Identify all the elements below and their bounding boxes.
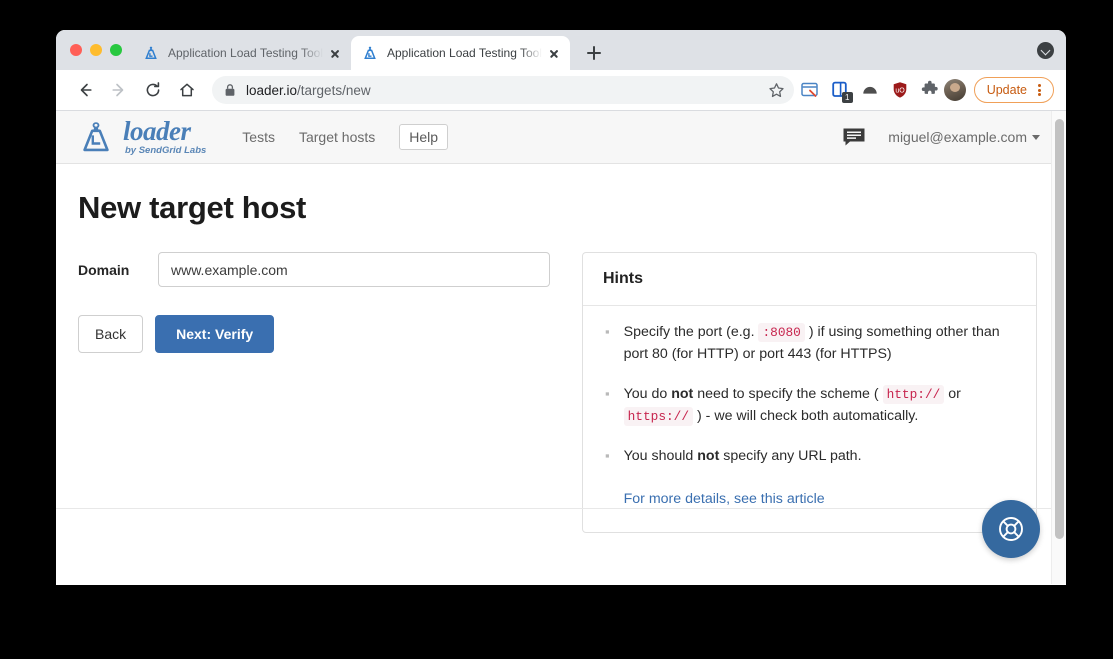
bullet-icon: ▪	[605, 386, 610, 402]
loader-favicon-icon	[143, 45, 159, 61]
browser-window: Application Load Testing Tools Applicati…	[56, 30, 1066, 585]
ublock-shield-icon[interactable]: uO	[890, 80, 910, 100]
footer-divider	[56, 508, 1066, 510]
back-arrow-icon[interactable]	[70, 75, 100, 105]
home-icon[interactable]	[172, 75, 202, 105]
browser-tab-2[interactable]: Application Load Testing Tools	[351, 36, 570, 70]
new-tab-button[interactable]	[580, 39, 608, 67]
arc-extension-icon[interactable]	[860, 80, 880, 100]
url-path: /targets/new	[297, 82, 371, 98]
update-label: Update	[986, 83, 1027, 97]
nav-item-tests[interactable]: Tests	[242, 129, 275, 145]
chat-bubble-icon[interactable]	[842, 127, 866, 147]
nav-item-target-hosts[interactable]: Target hosts	[299, 129, 375, 145]
hint-text: You should not specify any URL path.	[623, 448, 862, 465]
tab-manager-icon[interactable]: 1	[830, 80, 853, 103]
bullet-icon: ▪	[605, 448, 610, 464]
close-window-button[interactable]	[70, 44, 82, 56]
hint-item: ▪ You should not specify any URL path.	[605, 446, 1014, 468]
kebab-menu-icon[interactable]	[1031, 82, 1047, 98]
forward-arrow-icon[interactable]	[104, 75, 134, 105]
maximize-window-button[interactable]	[110, 44, 122, 56]
hints-card: Hints ▪ Specify the port (e.g. :8080 ) i…	[582, 252, 1037, 534]
page-title: New target host	[78, 190, 307, 225]
next-verify-button[interactable]: Next: Verify	[155, 315, 275, 353]
brand-logo[interactable]: loader by SendGrid Labs	[78, 118, 206, 156]
site-navigation: Tests Target hosts Help	[242, 124, 449, 150]
bullet-icon: ▪	[605, 324, 610, 339]
tab-strip: Application Load Testing Tools Applicati…	[56, 30, 1066, 70]
lifebuoy-icon	[999, 517, 1023, 541]
star-icon[interactable]	[764, 77, 790, 103]
user-account-menu[interactable]: miguel@example.com	[888, 129, 1040, 145]
domain-label: Domain	[78, 261, 130, 278]
svg-text:uO: uO	[895, 87, 905, 94]
profile-avatar[interactable]	[943, 79, 966, 101]
url-text: loader.io/targets/new	[246, 83, 371, 98]
minimize-window-button[interactable]	[90, 44, 102, 56]
back-button[interactable]: Back	[78, 315, 144, 353]
domain-input[interactable]	[158, 252, 550, 287]
support-fab-button[interactable]	[982, 500, 1040, 558]
window-inspector-icon[interactable]	[800, 80, 820, 100]
extensions-puzzle-icon[interactable]	[920, 80, 940, 100]
loader-favicon-icon	[362, 45, 378, 61]
browser-tab-1[interactable]: Application Load Testing Tools	[132, 36, 351, 70]
caret-down-icon	[1032, 134, 1040, 140]
page-content: New target host Domain Back Next: Verify	[56, 164, 1066, 534]
tabstrip-right-controls	[1037, 30, 1066, 70]
site-header: loader by SendGrid Labs Tests Target hos…	[56, 111, 1066, 164]
hint-item: ▪ Specify the port (e.g. :8080 ) if usin…	[605, 322, 1014, 365]
domain-form-row: Domain	[78, 252, 550, 287]
hint-text: Specify the port (e.g. :8080 ) if using …	[623, 323, 1000, 362]
site-header-right: miguel@example.com	[842, 127, 1040, 147]
more-details-link[interactable]: For more details, see this article	[624, 489, 825, 511]
window-traffic-lights	[66, 30, 132, 70]
tab-title: Application Load Testing Tools	[387, 46, 542, 60]
brand-tagline: by SendGrid Labs	[125, 145, 207, 157]
close-tab-icon[interactable]	[327, 45, 343, 61]
hint-link-row: ▪ For more details, see this article	[605, 487, 1014, 511]
url-domain: loader.io	[246, 82, 298, 98]
page-viewport: loader by SendGrid Labs Tests Target hos…	[56, 111, 1066, 584]
hints-body: ▪ Specify the port (e.g. :8080 ) if usin…	[583, 306, 1036, 532]
nav-item-help-button[interactable]: Help	[399, 124, 449, 150]
hints-heading: Hints	[583, 253, 1036, 306]
reload-icon[interactable]	[138, 75, 168, 105]
circle-chevron-icon[interactable]	[1037, 41, 1054, 59]
hint-item: ▪ You do not need to specify the scheme …	[605, 384, 1014, 427]
form-column: Domain Back Next: Verify	[78, 252, 550, 353]
address-bar[interactable]: loader.io/targets/new	[212, 76, 794, 104]
brand-wordmark: loader by SendGrid Labs	[123, 118, 206, 156]
content-columns: Domain Back Next: Verify Hints ▪ Speci	[78, 252, 1040, 534]
extension-icons: 1 uO	[800, 80, 940, 103]
update-button[interactable]: Update	[973, 77, 1054, 103]
hint-text: You do not need to specify the scheme ( …	[623, 385, 961, 426]
page-scrollbar[interactable]	[1051, 111, 1066, 584]
extension-badge-count: 1	[841, 92, 853, 103]
tab-title: Application Load Testing Tools	[168, 46, 323, 60]
lock-icon	[224, 83, 236, 97]
brand-name: loader	[123, 116, 191, 147]
browser-toolbar: loader.io/targets/new 1 uO Update	[56, 70, 1066, 111]
user-email: miguel@example.com	[888, 129, 1027, 145]
scrollbar-thumb[interactable]	[1055, 119, 1064, 539]
loader-weight-logo-icon	[78, 119, 114, 155]
close-tab-icon[interactable]	[546, 45, 562, 61]
form-button-row: Back Next: Verify	[78, 315, 550, 353]
